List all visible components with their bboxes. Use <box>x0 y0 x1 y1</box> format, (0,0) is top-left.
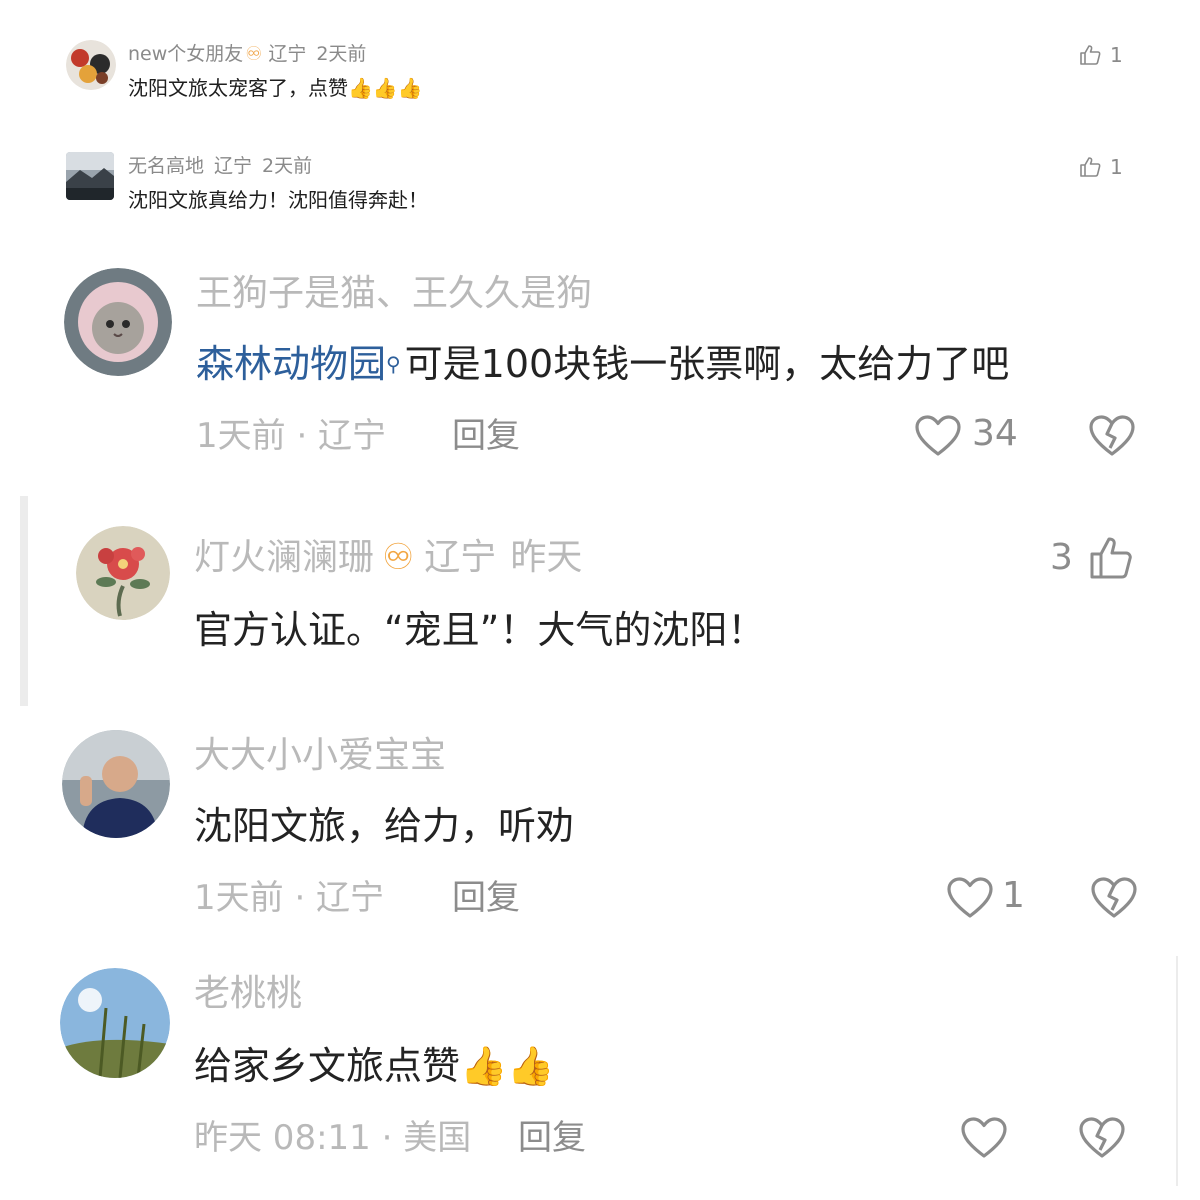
comment-author[interactable]: 灯火澜澜珊 ♾ 辽宁 昨天 <box>194 536 582 580</box>
reply-button[interactable]: 回复 <box>518 1118 586 1158</box>
heart-icon[interactable] <box>914 414 962 458</box>
comment-author[interactable]: 无名高地 辽宁 2天前 <box>128 155 312 177</box>
comment-text: 给家乡文旅点赞👍👍 <box>194 1044 555 1088</box>
timestamp: 2天前 <box>262 155 313 177</box>
comment-meta: 1天前 · 辽宁 <box>196 416 387 456</box>
author-name[interactable]: 王狗子是猫、王久久是狗 <box>196 272 592 316</box>
reply-button[interactable]: 回复 <box>452 878 520 918</box>
avatar[interactable] <box>66 152 114 200</box>
like-count: 3 <box>1050 537 1073 578</box>
comment-text: 沈阳文旅太宠客了，点赞👍👍👍 <box>128 76 423 100</box>
avatar[interactable] <box>76 526 170 620</box>
author-name: 无名高地 <box>128 155 205 177</box>
timestamp: 2天前 <box>316 43 367 65</box>
location: 辽宁 <box>424 537 497 578</box>
timestamp: 昨天 <box>510 537 583 578</box>
comment-author[interactable]: new个女朋友 ♾ 辽宁 2天前 <box>128 43 366 65</box>
thumbs-up-icon[interactable] <box>1088 534 1136 580</box>
like-button[interactable]: 1 <box>1078 43 1123 67</box>
like-count: 1 <box>1002 875 1025 916</box>
reply-button[interactable]: 回复 <box>452 416 520 456</box>
dislike-icon[interactable] <box>1088 414 1136 458</box>
heart-icon[interactable] <box>946 876 994 920</box>
thumbs-up-emoji: 👍👍 <box>460 1044 555 1088</box>
dislike-icon[interactable] <box>1090 876 1138 920</box>
author-name[interactable]: 老桃桃 <box>194 972 302 1016</box>
like-button[interactable]: 1 <box>1078 155 1123 179</box>
vip-badge-icon: ♾ <box>245 43 263 65</box>
thumbs-up-icon <box>1080 45 1101 65</box>
location: 辽宁 <box>214 155 253 177</box>
avatar[interactable] <box>66 40 116 90</box>
author-name: 灯火澜澜珊 <box>194 537 375 578</box>
like-count: 1 <box>1110 43 1123 67</box>
dislike-icon[interactable] <box>1078 1116 1126 1160</box>
avatar[interactable] <box>62 730 170 838</box>
comment-text: 森林动物园⚲ 可是100块钱一张票啊，太给力了吧 <box>196 342 1010 386</box>
comment-text: 沈阳文旅，给力，听劝 <box>194 804 575 848</box>
like-count: 34 <box>972 413 1018 454</box>
location: 辽宁 <box>268 43 307 65</box>
avatar[interactable] <box>64 268 172 376</box>
heart-icon[interactable] <box>960 1116 1008 1160</box>
avatar[interactable] <box>60 968 170 1078</box>
vip-badge-icon: ♾ <box>382 537 415 578</box>
like-count: 1 <box>1110 155 1123 179</box>
thumbs-up-icon <box>1080 157 1101 177</box>
thumbs-up-emoji: 👍👍👍 <box>348 76 423 100</box>
comment-meta: 昨天 08:11 · 美国 <box>194 1118 472 1158</box>
right-edge-line <box>1176 956 1178 1186</box>
comment-text: 官方认证。“宠且”！大气的沈阳！ <box>194 608 766 652</box>
search-icon: ⚲ <box>386 352 401 376</box>
comment-meta: 1天前 · 辽宁 <box>194 878 385 918</box>
author-name[interactable]: 大大小小爱宝宝 <box>194 734 446 778</box>
mention-link[interactable]: 森林动物园 <box>196 342 386 386</box>
author-name: new个女朋友 <box>128 43 244 65</box>
thread-indent-bar <box>20 496 28 706</box>
comment-text: 沈阳文旅真给力！沈阳值得奔赴！ <box>128 188 428 212</box>
